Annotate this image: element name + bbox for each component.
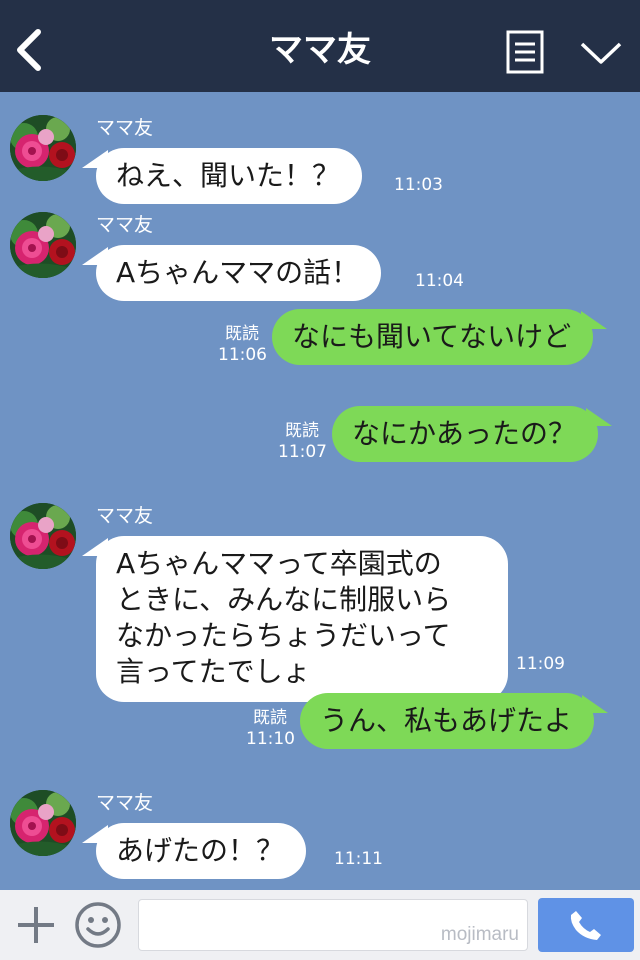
message-bubble[interactable]: うん、私もあげたよ (300, 693, 609, 749)
emoji-button[interactable] (74, 901, 122, 949)
sender-name: ママ友 (96, 792, 154, 814)
message-input-bar: mojimaru (0, 890, 640, 960)
message-text-line: Aちゃんママって卒園式の (116, 547, 442, 580)
sender-name: ママ友 (96, 214, 154, 236)
rose-avatar[interactable] (10, 212, 76, 278)
read-receipt: 既読 11:06 (218, 324, 267, 366)
watermark-text: mojimaru (440, 924, 519, 945)
message-time: 11:03 (394, 175, 443, 195)
read-receipt: 既読 11:10 (246, 708, 295, 750)
smiley-icon (75, 902, 121, 948)
message-time: 11:09 (516, 654, 565, 674)
chevron-down-icon (580, 42, 622, 64)
expand-button[interactable] (578, 36, 624, 70)
message-bubble[interactable]: あげたの！？ (81, 823, 307, 879)
menu-button[interactable] (506, 30, 544, 74)
message-text: Aちゃんママの話！ (116, 256, 360, 289)
message-bubble[interactable]: ねえ、聞いた！？ (81, 148, 363, 204)
rose-avatar[interactable] (10, 503, 76, 569)
message-bubble[interactable]: Aちゃんママって卒園式の ときに、みんなに制服いら なかったらちょうだいって 言… (82, 536, 508, 702)
message-text: ねえ、聞いた！？ (116, 159, 341, 192)
list-menu-icon (506, 30, 544, 74)
plus-icon (18, 907, 54, 943)
sender-name: ママ友 (96, 117, 154, 139)
message-text-line: 言ってたでしょ (116, 655, 311, 688)
message-bubble[interactable]: Aちゃんママの話！ (81, 245, 382, 301)
rose-avatar[interactable] (10, 790, 76, 856)
message-bubble[interactable]: なにも聞いてないけど (272, 309, 608, 365)
message-text: うん、私もあげたよ (320, 704, 573, 737)
message-time: 11:10 (246, 729, 295, 749)
message-input[interactable]: mojimaru (138, 899, 528, 951)
sender-name: ママ友 (96, 505, 154, 527)
message-time: 11:07 (278, 442, 327, 462)
call-button[interactable] (538, 898, 634, 952)
message-bubble[interactable]: なにかあったの？ (332, 406, 613, 462)
read-label: 既読 (225, 324, 259, 344)
message-time: 11:06 (218, 345, 267, 365)
chat-title: ママ友 (269, 30, 371, 70)
message-text: なにかあったの？ (352, 417, 577, 450)
message-text-line: なかったらちょうだいって (116, 619, 451, 652)
chat-header: ママ友 (0, 0, 640, 92)
read-label: 既読 (285, 421, 319, 441)
message-list[interactable]: ママ友 ねえ、聞いた！？ 11:03 ママ友 Aちゃんママの話！ 11:04 既… (0, 92, 640, 890)
message-text: なにも聞いてないけど (292, 320, 572, 353)
rose-avatar[interactable] (10, 115, 76, 181)
message-text-line: ときに、みんなに制服いら (116, 583, 452, 616)
message-time: 11:04 (415, 271, 464, 291)
phone-icon (570, 911, 601, 940)
message-time: 11:11 (334, 849, 383, 869)
message-text: あげたの！？ (116, 834, 285, 867)
add-button[interactable] (14, 903, 58, 947)
read-label: 既読 (253, 708, 287, 728)
read-receipt: 既読 11:07 (278, 421, 327, 463)
